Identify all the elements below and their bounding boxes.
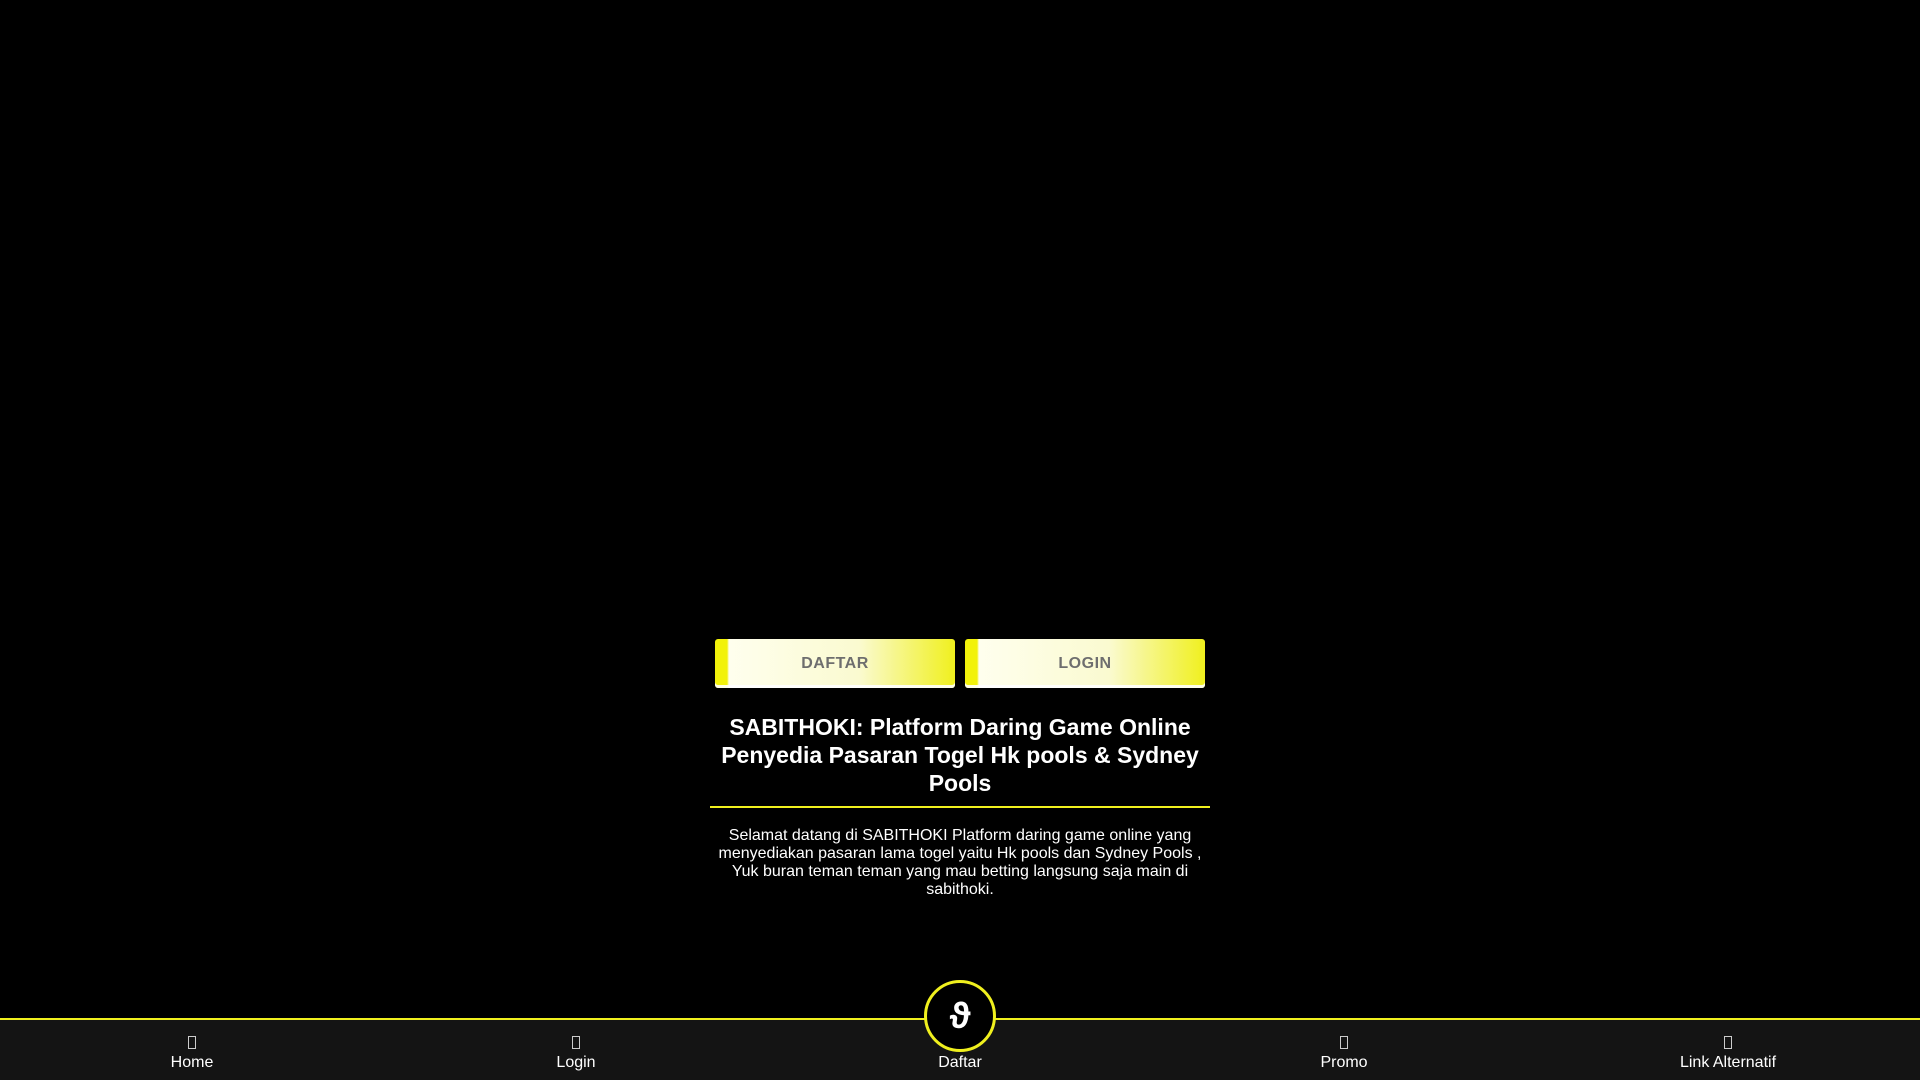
page: DAFTAR LOGIN SABITHOKI: Platform Daring … [0, 0, 1920, 1080]
promo-icon [1340, 1036, 1348, 1049]
home-icon [188, 1036, 196, 1049]
nav-item-home[interactable]: Home [0, 1020, 384, 1080]
nav-label-promo: Promo [1320, 1054, 1368, 1071]
daftar-button[interactable]: DAFTAR [715, 639, 955, 688]
login-button[interactable]: LOGIN [965, 639, 1205, 688]
daftar-icon: ϑ [949, 995, 971, 1036]
nav-item-promo[interactable]: Promo [1152, 1020, 1536, 1080]
page-description: Selamat datang di SABITHOKI Platform dar… [718, 827, 1202, 898]
nav-label-login: Login [556, 1054, 596, 1071]
login-icon [572, 1036, 580, 1049]
nav-label-daftar: Daftar [938, 1054, 982, 1071]
cta-button-row: DAFTAR LOGIN [715, 639, 1205, 688]
nav-label-home: Home [170, 1054, 214, 1071]
nav-item-login[interactable]: Login [384, 1020, 768, 1080]
nav-item-link-alternatif[interactable]: Link Alternatif [1536, 1020, 1920, 1080]
main-content: DAFTAR LOGIN SABITHOKI: Platform Daring … [710, 639, 1210, 899]
nav-label-link-alternatif: Link Alternatif [1679, 1054, 1777, 1071]
link-icon [1724, 1036, 1732, 1049]
page-title: SABITHOKI: Platform Daring Game Online P… [710, 713, 1210, 808]
daftar-center-badge-button[interactable]: ϑ [924, 980, 996, 1052]
